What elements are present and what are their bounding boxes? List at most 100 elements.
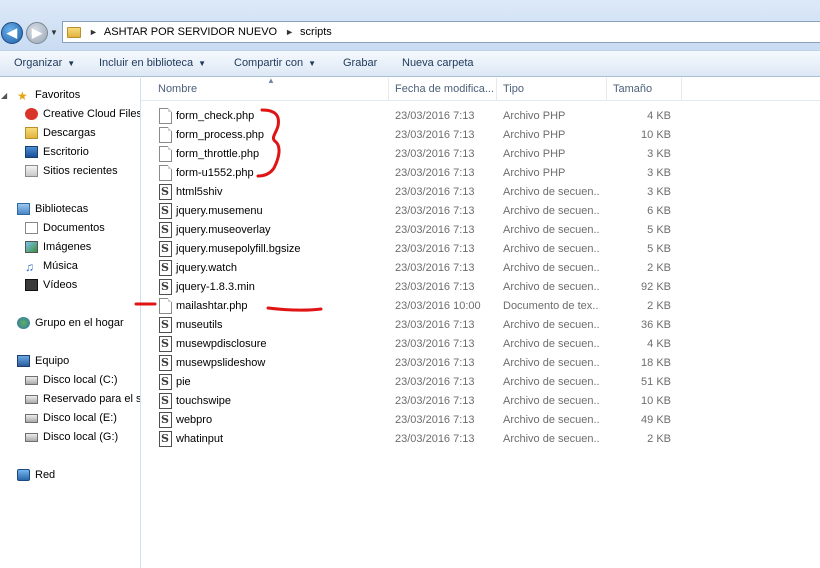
nav-favorites[interactable]: ★ Favoritos xyxy=(17,89,80,103)
file-row[interactable]: form_throttle.php 23/03/2016 7:13 Archivo … xyxy=(141,145,820,164)
forward-button[interactable]: ▶ xyxy=(26,22,48,44)
file-row[interactable]: html5shiv 23/03/2016 7:13 Archivo de secue… xyxy=(141,183,820,202)
file-row[interactable]: pie 23/03/2016 7:13 Archivo de secuen... 51… xyxy=(141,373,820,392)
file-row[interactable]: whatinput 23/03/2016 7:13 Archivo de secue… xyxy=(141,430,820,449)
burn-label: Grabar xyxy=(343,57,378,69)
nav-network[interactable]: Red xyxy=(17,469,55,481)
file-type: Documento de tex... xyxy=(503,300,599,312)
file-type: Archivo PHP xyxy=(503,148,566,160)
nav-item-videos[interactable]: Vídeos xyxy=(25,279,77,291)
computer-icon xyxy=(17,355,30,367)
nav-item-creative-cloud[interactable]: Creative Cloud Files xyxy=(25,108,140,120)
column-divider[interactable] xyxy=(606,78,607,100)
sort-ascending-icon: ▲ xyxy=(267,76,275,85)
nav-homegroup[interactable]: Grupo en el hogar xyxy=(17,317,124,329)
file-size: 5 KB xyxy=(647,224,671,236)
script-file-icon xyxy=(159,279,172,295)
file-row[interactable]: museutils 23/03/2016 7:13 Archivo de secue… xyxy=(141,316,820,335)
file-name: touchswipe xyxy=(176,395,232,407)
nav-label: Imágenes xyxy=(43,241,92,253)
burn-button[interactable]: Grabar xyxy=(343,57,377,69)
file-date: 23/03/2016 7:13 xyxy=(395,395,475,407)
column-header-name[interactable]: Nombre xyxy=(158,83,197,95)
column-header-type[interactable]: Tipo xyxy=(503,83,524,95)
file-row[interactable]: musewpdisclosure 23/03/2016 7:13 Archivo d… xyxy=(141,335,820,354)
file-name: pie xyxy=(176,376,191,388)
nav-item-downloads[interactable]: Descargas xyxy=(25,127,96,139)
file-row[interactable]: form_check.php 23/03/2016 7:13 Archivo PHP… xyxy=(141,107,820,126)
file-row[interactable]: jquery.museoverlay 23/03/2016 7:13 Archivo… xyxy=(141,221,820,240)
file-row[interactable]: jquery.musemenu 23/03/2016 7:13 Archivo de… xyxy=(141,202,820,221)
file-row[interactable]: form_process.php 23/03/2016 7:13 Archivo P… xyxy=(141,126,820,145)
address-bar-area: ◀ ▶ ▼ ► ASHTAR POR SERVIDOR NUEVO ► scri… xyxy=(0,0,820,50)
breadcrumb-item[interactable]: ASHTAR POR SERVIDOR NUEVO xyxy=(104,26,277,38)
script-file-icon xyxy=(159,336,172,352)
file-date: 23/03/2016 7:13 xyxy=(395,129,475,141)
file-name: html5shiv xyxy=(176,186,223,198)
recent-pages-chevron-icon[interactable]: ▼ xyxy=(50,28,58,37)
file-size: 18 KB xyxy=(641,357,671,369)
file-row[interactable]: jquery.musepolyfill.bgsize 23/03/2016 7:1… xyxy=(141,240,820,259)
column-divider[interactable] xyxy=(496,78,497,100)
creative-cloud-icon xyxy=(25,108,38,120)
file-row[interactable]: mailashtar.php 23/03/2016 10:00 Documento … xyxy=(141,297,820,316)
file-row[interactable]: webpro 23/03/2016 7:13 Archivo de secuen..… xyxy=(141,411,820,430)
file-date: 23/03/2016 7:13 xyxy=(395,319,475,331)
file-name: form_throttle.php xyxy=(176,148,260,160)
file-size: 2 KB xyxy=(647,262,671,274)
breadcrumb-item[interactable]: scripts xyxy=(300,26,332,38)
nav-label: Reservado para el sistema xyxy=(43,393,141,405)
nav-computer[interactable]: Equipo xyxy=(17,355,69,367)
documents-icon xyxy=(25,222,38,234)
star-icon: ★ xyxy=(17,89,28,103)
file-date: 23/03/2016 7:13 xyxy=(395,433,475,445)
nav-item-pictures[interactable]: Imágenes xyxy=(25,241,91,253)
nav-item-drive-e[interactable]: Disco local (E:) xyxy=(25,412,117,424)
nav-item-documents[interactable]: Documentos xyxy=(25,222,105,234)
file-date: 23/03/2016 7:13 xyxy=(395,262,475,274)
nav-item-drive-g[interactable]: Disco local (G:) xyxy=(25,431,118,443)
file-row[interactable]: touchswipe 23/03/2016 7:13 Archivo de secu… xyxy=(141,392,820,411)
column-divider[interactable] xyxy=(388,78,389,100)
nav-item-desktop[interactable]: Escritorio xyxy=(25,146,89,158)
file-row[interactable]: form-u1552.php 23/03/2016 7:13 Archivo PHP… xyxy=(141,164,820,183)
share-with-button[interactable]: Compartir con ▼ xyxy=(234,57,316,69)
nav-label: Documentos xyxy=(43,222,105,234)
script-file-icon xyxy=(159,260,172,276)
breadcrumb-separator-icon[interactable]: ► xyxy=(285,27,294,37)
file-name: form_check.php xyxy=(176,110,255,122)
nav-label: Sitios recientes xyxy=(43,165,118,177)
file-date: 23/03/2016 7:13 xyxy=(395,243,475,255)
nav-item-drive-c[interactable]: Disco local (C:) xyxy=(25,374,118,386)
file-type: Archivo de secuen... xyxy=(503,319,599,331)
file-size: 4 KB xyxy=(647,110,671,122)
file-size: 3 KB xyxy=(647,167,671,179)
file-list[interactable]: ▲ Nombre Fecha de modifica... Tipo Tamañ… xyxy=(134,76,820,568)
column-header-date[interactable]: Fecha de modifica... xyxy=(395,83,494,95)
nav-item-music[interactable]: ♫ Música xyxy=(25,260,78,274)
column-divider[interactable] xyxy=(681,78,682,100)
script-file-icon xyxy=(159,393,172,409)
nav-item-recent-places[interactable]: Sitios recientes xyxy=(25,165,118,177)
navigation-pane[interactable]: ◢ ★ Favoritos Creative Cloud Files Desca… xyxy=(0,78,141,568)
script-file-icon xyxy=(159,431,172,447)
nav-item-system-reserved[interactable]: Reservado para el sistema xyxy=(25,393,141,405)
collapse-arrow-icon[interactable]: ◢ xyxy=(1,91,7,100)
address-box[interactable]: ► ASHTAR POR SERVIDOR NUEVO ► scripts xyxy=(62,21,820,43)
nav-label: Música xyxy=(43,260,78,272)
breadcrumb-separator-icon[interactable]: ► xyxy=(89,27,98,37)
nav-label: Equipo xyxy=(35,355,70,367)
new-folder-button[interactable]: Nueva carpeta xyxy=(402,57,474,69)
organize-menu-button[interactable]: Organizar ▼ xyxy=(14,57,75,69)
file-row[interactable]: jquery-1.8.3.min 23/03/2016 7:13 Archivo d… xyxy=(141,278,820,297)
file-size: 2 KB xyxy=(647,300,671,312)
column-header-size[interactable]: Tamaño xyxy=(613,83,652,95)
include-library-button[interactable]: Incluir en biblioteca ▼ xyxy=(99,57,206,69)
nav-libraries[interactable]: Bibliotecas xyxy=(17,203,88,215)
file-type: Archivo de secuen... xyxy=(503,243,599,255)
back-button[interactable]: ◀ xyxy=(1,22,23,44)
file-row[interactable]: jquery.watch 23/03/2016 7:13 Archivo de se… xyxy=(141,259,820,278)
dropdown-arrow-icon: ▼ xyxy=(67,59,76,68)
file-row[interactable]: musewpslideshow 23/03/2016 7:13 Archivo de… xyxy=(141,354,820,373)
column-headers: ▲ Nombre Fecha de modifica... Tipo Tamañ… xyxy=(141,76,820,101)
